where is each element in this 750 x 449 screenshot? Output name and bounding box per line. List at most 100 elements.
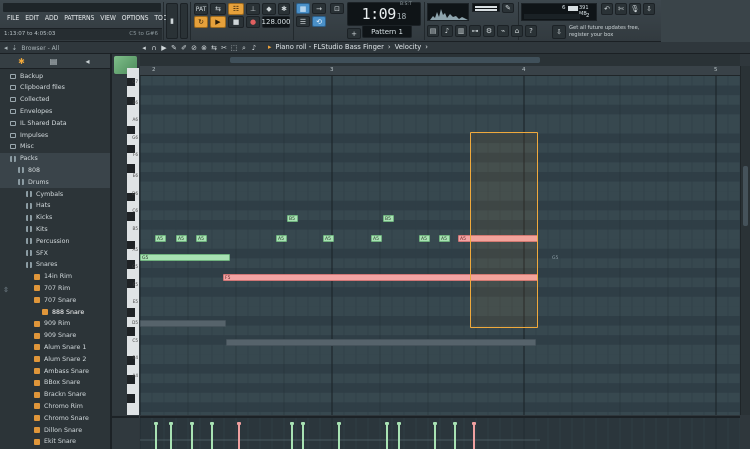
playback-icon[interactable]: ♪: [250, 44, 258, 52]
blend-icon[interactable]: ✱: [278, 3, 290, 15]
browser-item[interactable]: IL Shared Data: [0, 117, 110, 129]
browser-item[interactable]: Ambass Snare: [0, 365, 110, 377]
master-volume-knob[interactable]: ▮: [166, 3, 178, 39]
menu-file[interactable]: FILE: [4, 14, 22, 22]
browser-item[interactable]: Percussion: [0, 235, 110, 247]
browser-item[interactable]: Brackn Snare: [0, 389, 110, 401]
pianoroll-target[interactable]: Velocity: [395, 43, 422, 51]
horizontal-scrollbar[interactable]: [140, 54, 740, 66]
vertical-scrollbar[interactable]: [740, 66, 750, 415]
microphone-icon[interactable]: 🎙: [629, 3, 641, 15]
mute-icon[interactable]: ⊗: [200, 44, 208, 52]
browser-item[interactable]: Dillon Snare: [0, 424, 110, 436]
browser-item[interactable]: Snares: [0, 259, 110, 271]
step-edit-icon[interactable]: ◆: [262, 3, 276, 15]
velocity-handle[interactable]: [385, 422, 389, 425]
stop-button[interactable]: ■: [228, 16, 244, 28]
piano-black-key[interactable]: [127, 212, 135, 221]
browser-scroll-icon[interactable]: ⇳: [3, 286, 9, 316]
browser-item[interactable]: Chromo Rim: [0, 400, 110, 412]
song-mode-icon[interactable]: ↻: [194, 16, 208, 28]
browser-item[interactable]: Impulses: [0, 129, 110, 141]
select-icon[interactable]: ⬚: [230, 44, 238, 52]
record-button[interactable]: ●: [246, 16, 260, 28]
velocity-bar[interactable]: [169, 422, 173, 449]
keyboard-typing-icon[interactable]: ▦: [296, 3, 310, 14]
browser-item[interactable]: Backup: [0, 70, 110, 82]
browser-item[interactable]: 808: [0, 164, 110, 177]
menu-edit[interactable]: EDIT: [22, 14, 42, 22]
velocity-bar[interactable]: [385, 422, 389, 449]
news-panel[interactable]: Get all future updates free, register yo…: [569, 25, 659, 39]
pat-song-toggle[interactable]: PAT: [194, 3, 208, 15]
browser-item[interactable]: 909 Rim: [0, 318, 110, 330]
velocity-handle[interactable]: [154, 422, 158, 425]
browser-item[interactable]: Misc: [0, 141, 110, 153]
pattern-mode-icon[interactable]: ⇆: [210, 3, 226, 15]
pattern-prev-icon[interactable]: +: [347, 28, 361, 39]
browser-item[interactable]: 707 Rim: [0, 282, 110, 294]
tools-icon[interactable]: ✄: [615, 3, 627, 15]
velocity-bar[interactable]: [237, 422, 241, 449]
note[interactable]: [226, 339, 536, 346]
note[interactable]: A5: [176, 235, 187, 242]
plugin-icon[interactable]: ⚙: [483, 25, 495, 37]
render-icon[interactable]: ⇩: [643, 3, 655, 15]
velocity-bar[interactable]: [154, 422, 158, 449]
timeline-ruler[interactable]: 2 3 4 5: [140, 66, 740, 76]
delete-icon[interactable]: ⊘: [190, 44, 198, 52]
note[interactable]: A5: [323, 235, 334, 242]
browser-item[interactable]: Ekit Snare: [0, 436, 110, 448]
undo-icon[interactable]: ↶: [601, 3, 613, 15]
zoom-icon[interactable]: ⌕: [240, 44, 248, 52]
velocity-bar[interactable]: [453, 422, 457, 449]
velocity-handle[interactable]: [433, 422, 437, 425]
browser-item[interactable]: 888 Snare: [0, 306, 110, 318]
master-pitch-knob[interactable]: [180, 3, 188, 39]
vertical-scroll-thumb[interactable]: [743, 166, 748, 226]
note[interactable]: A5: [419, 235, 430, 242]
menu-patterns[interactable]: PATTERNS: [61, 14, 97, 22]
browser-item[interactable]: BBox Snare: [0, 377, 110, 389]
record-mode-icon[interactable]: ☷: [228, 3, 244, 15]
piano-black-key[interactable]: [127, 327, 135, 336]
pencil-icon[interactable]: ✎: [170, 44, 178, 52]
velocity-handle[interactable]: [301, 422, 305, 425]
browser-item[interactable]: Clipboard files: [0, 82, 110, 94]
browser-item[interactable]: 707 Snare: [0, 294, 110, 306]
note[interactable]: B5: [287, 215, 298, 222]
play-button[interactable]: ▶: [210, 16, 226, 28]
loop-record-icon[interactable]: ⟲: [312, 16, 326, 27]
tempo-display[interactable]: 128.000: [262, 16, 290, 28]
browser-menu-icon[interactable]: ◂: [4, 44, 8, 52]
velocity-bar[interactable]: [472, 422, 476, 449]
browser-item[interactable]: Packs: [0, 152, 110, 165]
browser-arrow-icon[interactable]: ⇣: [12, 44, 18, 52]
channel-rack-icon[interactable]: ▥: [455, 25, 467, 37]
countdown-icon[interactable]: ☰: [296, 16, 310, 27]
metronome-icon[interactable]: ⊥: [246, 3, 260, 15]
arrow-menu-icon[interactable]: ◂: [140, 44, 148, 52]
velocity-handle[interactable]: [210, 422, 214, 425]
slip-icon[interactable]: ⇆: [210, 44, 218, 52]
velocity-bar[interactable]: [433, 422, 437, 449]
browser-icon[interactable]: ⌂: [511, 25, 523, 37]
browser-item[interactable]: Kits: [0, 223, 110, 235]
browser-item[interactable]: SFX: [0, 247, 110, 259]
velocity-bar[interactable]: [210, 422, 214, 449]
piano-black-key[interactable]: [127, 164, 135, 173]
slice-icon[interactable]: ✂: [220, 44, 228, 52]
velocity-handle[interactable]: [337, 422, 341, 425]
overdub-icon[interactable]: ⊡: [330, 3, 344, 14]
menu-options[interactable]: OPTIONS: [119, 14, 152, 22]
browser-item[interactable]: Drums: [0, 176, 110, 189]
browser-item[interactable]: Kicks: [0, 212, 110, 224]
note[interactable]: [140, 320, 226, 327]
note-grid[interactable]: A5 A5 A5 B5 A5 A5 A5 B5 A5 A5 A5 G5 F5 G5: [140, 76, 740, 415]
velocity-bar[interactable]: [190, 422, 194, 449]
velocity-bar[interactable]: [337, 422, 341, 449]
velocity-handle[interactable]: [190, 422, 194, 425]
velocity-bar[interactable]: [397, 422, 401, 449]
velocity-handle[interactable]: [453, 422, 457, 425]
brush-icon[interactable]: ✐: [180, 44, 188, 52]
